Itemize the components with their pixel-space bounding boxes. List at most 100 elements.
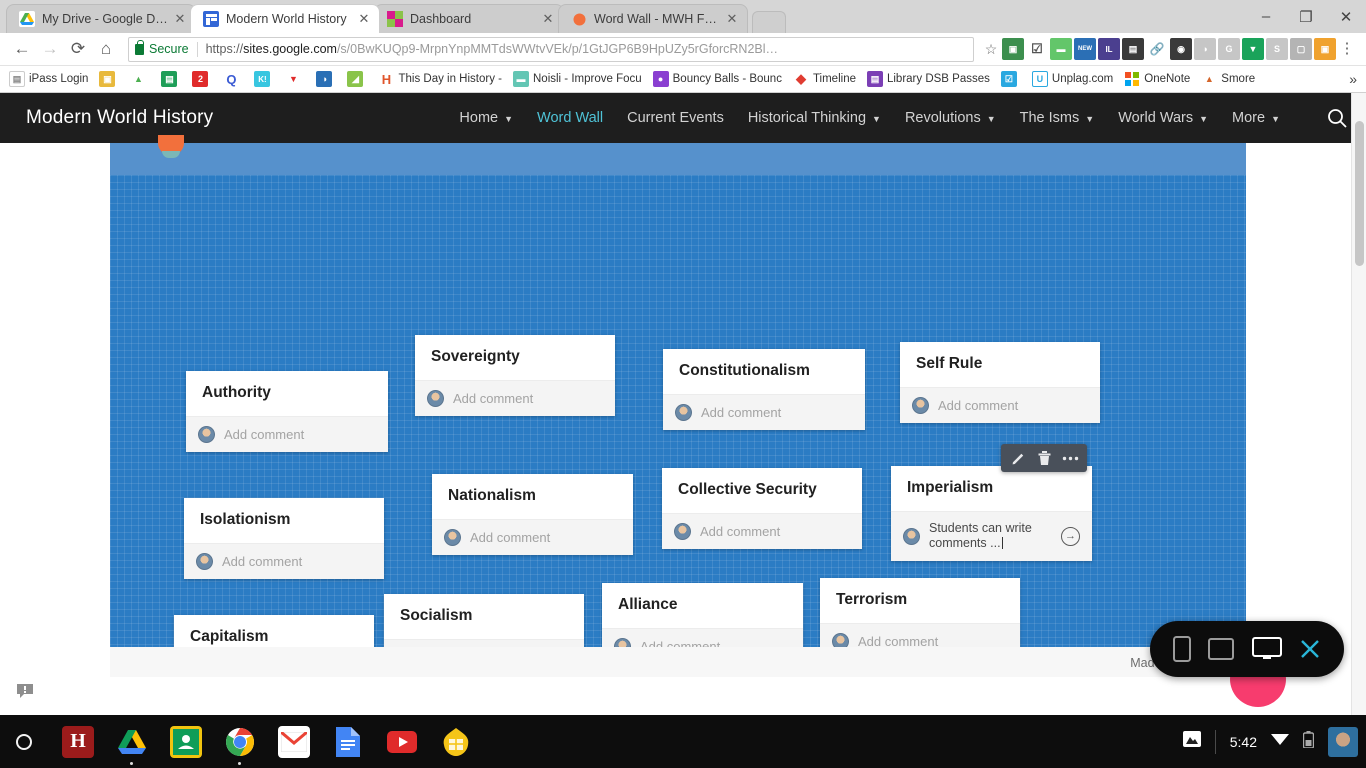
padlet-card[interactable]: Terrorism Add comment (820, 578, 1020, 647)
launcher-icon[interactable] (16, 733, 32, 750)
browser-tab-3[interactable]: Word Wall - MWH F2017 ✕ (558, 4, 748, 33)
card-comment-row[interactable]: Add comment (184, 542, 384, 579)
il-extension-icon[interactable]: IL (1098, 38, 1120, 60)
edit-pencil-icon[interactable] (1005, 444, 1031, 472)
google-drive-app-icon[interactable] (116, 726, 148, 765)
padlet-card[interactable]: Sovereignty Add comment (415, 335, 615, 416)
wifi-icon[interactable] (1271, 732, 1289, 751)
bookmark-vimeo[interactable]: ▼ (281, 69, 309, 89)
bookmark-smore[interactable]: ▲ Smore (1197, 69, 1259, 89)
chart-extension-icon[interactable]: ◑ (1194, 38, 1216, 60)
new-tab-button[interactable] (752, 11, 786, 33)
contacts-extension-icon[interactable]: ▣ (1002, 38, 1024, 60)
bookmark-google-sheets[interactable]: ▤ (157, 69, 185, 89)
browser-tab-2[interactable]: Dashboard ✕ (374, 4, 564, 33)
card-comment-row[interactable]: Add comment (662, 512, 862, 549)
padlet-card[interactable]: Constitutionalism Add comment (663, 349, 865, 430)
add-comment-placeholder[interactable]: Add comment (858, 634, 938, 647)
bookmark-circle-chart[interactable]: ◑ (312, 69, 340, 89)
close-window-button[interactable]: ✕ (1326, 0, 1366, 33)
bookmark-noisli[interactable]: ▬ Noisli - Improve Focu (509, 69, 646, 89)
report-feedback-icon[interactable] (16, 683, 34, 699)
trash-icon[interactable] (1031, 444, 1057, 472)
maximize-button[interactable]: ❐ (1286, 0, 1326, 33)
google-classroom-app-icon[interactable] (170, 725, 202, 758)
chrome-menu-icon[interactable]: ⋮ (1336, 41, 1358, 56)
card-comment-row[interactable]: Add comment (820, 622, 1020, 647)
page-scrollbar[interactable] (1351, 93, 1366, 715)
clock[interactable]: 5:42 (1230, 734, 1257, 750)
nav-item-revolutions[interactable]: Revolutions ▼ (905, 110, 996, 126)
close-icon[interactable]: ✕ (357, 12, 371, 26)
card-comment-row[interactable]: Add comment (432, 518, 633, 555)
bookmark-contacts[interactable]: ▣ (95, 69, 123, 89)
home-icon[interactable]: ⌂ (92, 35, 120, 63)
youtube-app-icon[interactable] (386, 726, 418, 758)
padlet-card[interactable]: Nationalism Add comment (432, 474, 633, 555)
new-badge-extension-icon[interactable]: NEW (1074, 38, 1096, 60)
checkmark-extension-icon[interactable]: ☑ (1026, 38, 1048, 60)
s-extension-icon[interactable]: S (1266, 38, 1288, 60)
padlet-card[interactable]: Authority Add comment (186, 371, 388, 452)
link-extension-icon[interactable]: 🔗 (1146, 38, 1168, 60)
comment-input[interactable]: Students can write comments ... (929, 521, 1052, 552)
more-horizontal-icon[interactable] (1057, 444, 1083, 472)
forward-icon[interactable]: → (36, 35, 64, 63)
bookmark-checkbox-blue[interactable]: ☑ (997, 69, 1025, 89)
add-comment-placeholder[interactable]: Add comment (224, 427, 304, 442)
close-preview-icon[interactable] (1299, 638, 1321, 660)
card-comment-row[interactable]: Add comment (663, 393, 865, 430)
close-icon[interactable]: ✕ (725, 12, 739, 26)
add-comment-placeholder[interactable]: Add comment (938, 398, 1018, 413)
nav-item-word-wall[interactable]: Word Wall (537, 110, 603, 126)
nav-item-historical-thinking[interactable]: Historical Thinking ▼ (748, 110, 881, 126)
add-comment-placeholder[interactable]: Add comment (700, 524, 780, 539)
card-comment-row[interactable]: Students can write comments ... → (891, 510, 1092, 561)
padlet-card[interactable]: Collective Security Add comment (662, 468, 862, 549)
nav-item-the-isms[interactable]: The Isms ▼ (1020, 110, 1095, 126)
card-comment-row[interactable]: Add comment (900, 386, 1100, 423)
add-comment-placeholder[interactable]: Add comment (640, 639, 720, 647)
add-comment-placeholder[interactable]: Add comment (453, 391, 533, 406)
g-extension-icon[interactable]: G (1218, 38, 1240, 60)
save-extension-icon[interactable]: ▼ (1242, 38, 1264, 60)
bookmarks-overflow-icon[interactable]: » (1349, 71, 1361, 87)
pin-extension-icon[interactable]: ◉ (1170, 38, 1192, 60)
bookmark-library-dsb-passes[interactable]: ▤ Library DSB Passes (863, 69, 994, 89)
browser-tab-0[interactable]: My Drive - Google Drive ✕ (6, 4, 196, 33)
bookmark-timeline[interactable]: ◆ Timeline (789, 69, 860, 89)
bookmark-this-day-in-history[interactable]: H This Day in History - (374, 69, 506, 89)
browser-tab-1[interactable]: Modern World History ✕ (190, 4, 380, 33)
nav-item-home[interactable]: Home ▼ (459, 110, 513, 126)
close-icon[interactable]: ✕ (173, 12, 187, 26)
nav-item-current-events[interactable]: Current Events (627, 110, 724, 126)
padlet-card[interactable]: CapitalismAdd comment (174, 615, 374, 647)
minimize-button[interactable]: – (1246, 0, 1286, 33)
gmail-app-icon[interactable] (278, 725, 310, 758)
orange-extension-icon[interactable]: ▣ (1314, 38, 1336, 60)
hudl-app-icon[interactable]: H (62, 725, 94, 758)
padlet-card[interactable]: Isolationism Add comment (184, 498, 384, 579)
add-comment-placeholder[interactable]: Add comment (470, 530, 550, 545)
tablet-preview-icon[interactable] (1208, 638, 1235, 660)
add-comment-placeholder[interactable]: Add comment (701, 405, 781, 420)
scrollbar-thumb[interactable] (1355, 121, 1364, 266)
back-icon[interactable]: ← (8, 35, 36, 63)
search-icon[interactable] (1326, 107, 1348, 129)
card-comment-row[interactable]: Add comment (415, 379, 615, 416)
user-avatar[interactable] (1328, 726, 1358, 757)
nav-item-world-wars[interactable]: World Wars ▼ (1118, 110, 1208, 126)
send-arrow-icon[interactable]: → (1061, 526, 1080, 546)
address-bar[interactable]: Secure https://sites.google.com/s/0BwKUQ… (128, 36, 974, 62)
mobile-preview-icon[interactable] (1172, 636, 1191, 662)
bookmark-bouncy-balls[interactable]: ● Bouncy Balls - Bounc (649, 69, 786, 89)
bookmark-unplag[interactable]: U Unplag.com (1028, 69, 1117, 89)
nav-item-more[interactable]: More ▼ (1232, 110, 1280, 126)
bookmark-leaf[interactable]: ◢ (343, 69, 371, 89)
google-docs-app-icon[interactable] (332, 726, 364, 758)
comment-extension-icon[interactable]: ▬ (1050, 38, 1072, 60)
filmstrip-extension-icon[interactable]: ▤ (1122, 38, 1144, 60)
bookmark-onenote[interactable]: OneNote (1120, 69, 1194, 89)
desktop-preview-icon[interactable] (1251, 637, 1282, 661)
bookmark-google-drive[interactable]: ▲ (126, 69, 154, 89)
